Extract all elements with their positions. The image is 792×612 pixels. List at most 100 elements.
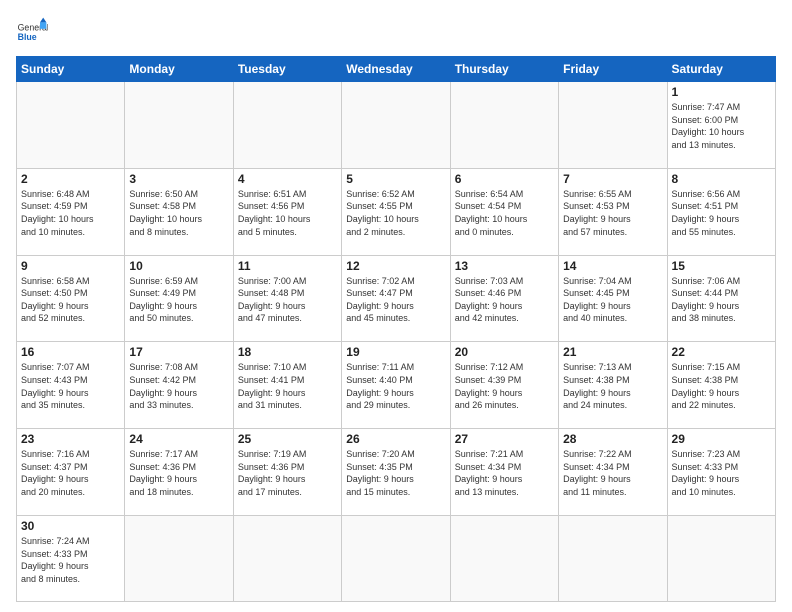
calendar-cell <box>342 82 450 169</box>
day-info: Sunrise: 6:50 AM Sunset: 4:58 PM Dayligh… <box>129 188 228 238</box>
day-number: 19 <box>346 345 445 359</box>
day-number: 18 <box>238 345 337 359</box>
calendar-week-row: 9 Sunrise: 6:58 AM Sunset: 4:50 PM Daylig… <box>17 255 776 342</box>
day-number: 3 <box>129 172 228 186</box>
calendar-cell: 11Sunrise: 7:00 AM Sunset: 4:48 PM Dayli… <box>233 255 341 342</box>
day-info: Sunrise: 7:12 AM Sunset: 4:39 PM Dayligh… <box>455 361 554 411</box>
calendar-cell: 17 Sunrise: 7:08 AM Sunset: 4:42 PM Dayli… <box>125 342 233 429</box>
calendar-cell: 30Sunrise: 7:24 AM Sunset: 4:33 PM Dayli… <box>17 515 125 601</box>
day-info: Sunrise: 7:22 AM Sunset: 4:34 PM Dayligh… <box>563 448 662 498</box>
day-number: 13 <box>455 259 554 273</box>
calendar-cell <box>125 515 233 601</box>
calendar-cell: 3 Sunrise: 6:50 AM Sunset: 4:58 PM Daylig… <box>125 168 233 255</box>
header: General Blue <box>16 16 776 48</box>
day-info: Sunrise: 6:52 AM Sunset: 4:55 PM Dayligh… <box>346 188 445 238</box>
weekday-header-thursday: Thursday <box>450 57 558 82</box>
day-number: 16 <box>21 345 120 359</box>
day-info: Sunrise: 7:17 AM Sunset: 4:36 PM Dayligh… <box>129 448 228 498</box>
calendar-cell <box>667 515 775 601</box>
day-info: Sunrise: 7:13 AM Sunset: 4:38 PM Dayligh… <box>563 361 662 411</box>
page: General Blue SundayMondayTuesdayWednesda… <box>0 0 792 612</box>
calendar-cell: 1 Sunrise: 7:47 AM Sunset: 6:00 PM Daylig… <box>667 82 775 169</box>
day-number: 25 <box>238 432 337 446</box>
calendar-table: SundayMondayTuesdayWednesdayThursdayFrid… <box>16 56 776 602</box>
calendar-cell: 29 Sunrise: 7:23 AM Sunset: 4:33 PM Dayli… <box>667 429 775 516</box>
calendar-cell: 14Sunrise: 7:04 AM Sunset: 4:45 PM Dayli… <box>559 255 667 342</box>
day-info: Sunrise: 6:51 AM Sunset: 4:56 PM Dayligh… <box>238 188 337 238</box>
calendar-cell <box>233 515 341 601</box>
day-number: 26 <box>346 432 445 446</box>
calendar-cell: 10Sunrise: 6:59 AM Sunset: 4:49 PM Dayli… <box>125 255 233 342</box>
calendar-week-row: 30Sunrise: 7:24 AM Sunset: 4:33 PM Dayli… <box>17 515 776 601</box>
day-info: Sunrise: 7:03 AM Sunset: 4:46 PM Dayligh… <box>455 275 554 325</box>
calendar-week-row: 23 Sunrise: 7:16 AM Sunset: 4:37 PM Dayli… <box>17 429 776 516</box>
day-number: 29 <box>672 432 771 446</box>
calendar-cell: 4Sunrise: 6:51 AM Sunset: 4:56 PM Daylig… <box>233 168 341 255</box>
day-info: Sunrise: 7:16 AM Sunset: 4:37 PM Dayligh… <box>21 448 120 498</box>
day-number: 27 <box>455 432 554 446</box>
day-number: 6 <box>455 172 554 186</box>
day-number: 23 <box>21 432 120 446</box>
calendar-cell: 12Sunrise: 7:02 AM Sunset: 4:47 PM Dayli… <box>342 255 450 342</box>
weekday-header-wednesday: Wednesday <box>342 57 450 82</box>
weekday-header-tuesday: Tuesday <box>233 57 341 82</box>
calendar-cell: 27 Sunrise: 7:21 AM Sunset: 4:34 PM Dayli… <box>450 429 558 516</box>
day-number: 5 <box>346 172 445 186</box>
calendar-cell: 16 Sunrise: 7:07 AM Sunset: 4:43 PM Dayli… <box>17 342 125 429</box>
day-info: Sunrise: 6:58 AM Sunset: 4:50 PM Dayligh… <box>21 275 120 325</box>
day-info: Sunrise: 7:47 AM Sunset: 6:00 PM Dayligh… <box>672 101 771 151</box>
calendar-week-row: 16 Sunrise: 7:07 AM Sunset: 4:43 PM Dayli… <box>17 342 776 429</box>
day-info: Sunrise: 7:00 AM Sunset: 4:48 PM Dayligh… <box>238 275 337 325</box>
day-number: 15 <box>672 259 771 273</box>
day-number: 28 <box>563 432 662 446</box>
day-number: 24 <box>129 432 228 446</box>
calendar-cell: 7Sunrise: 6:55 AM Sunset: 4:53 PM Daylig… <box>559 168 667 255</box>
calendar-cell <box>559 515 667 601</box>
weekday-header-saturday: Saturday <box>667 57 775 82</box>
day-info: Sunrise: 6:55 AM Sunset: 4:53 PM Dayligh… <box>563 188 662 238</box>
calendar-cell: 20Sunrise: 7:12 AM Sunset: 4:39 PM Dayli… <box>450 342 558 429</box>
day-info: Sunrise: 6:59 AM Sunset: 4:49 PM Dayligh… <box>129 275 228 325</box>
day-number: 21 <box>563 345 662 359</box>
calendar-cell: 23 Sunrise: 7:16 AM Sunset: 4:37 PM Dayli… <box>17 429 125 516</box>
day-number: 9 <box>21 259 120 273</box>
day-info: Sunrise: 7:21 AM Sunset: 4:34 PM Dayligh… <box>455 448 554 498</box>
generalblue-logo-icon: General Blue <box>16 16 48 48</box>
calendar-cell: 6 Sunrise: 6:54 AM Sunset: 4:54 PM Daylig… <box>450 168 558 255</box>
weekday-header-row: SundayMondayTuesdayWednesdayThursdayFrid… <box>17 57 776 82</box>
calendar-week-row: 2Sunrise: 6:48 AM Sunset: 4:59 PM Daylig… <box>17 168 776 255</box>
day-info: Sunrise: 7:20 AM Sunset: 4:35 PM Dayligh… <box>346 448 445 498</box>
calendar-cell: 24 Sunrise: 7:17 AM Sunset: 4:36 PM Dayli… <box>125 429 233 516</box>
day-info: Sunrise: 7:02 AM Sunset: 4:47 PM Dayligh… <box>346 275 445 325</box>
day-info: Sunrise: 6:54 AM Sunset: 4:54 PM Dayligh… <box>455 188 554 238</box>
day-info: Sunrise: 6:56 AM Sunset: 4:51 PM Dayligh… <box>672 188 771 238</box>
calendar-cell: 22 Sunrise: 7:15 AM Sunset: 4:38 PM Dayli… <box>667 342 775 429</box>
calendar-cell <box>450 515 558 601</box>
calendar-cell: 8Sunrise: 6:56 AM Sunset: 4:51 PM Daylig… <box>667 168 775 255</box>
day-number: 22 <box>672 345 771 359</box>
day-number: 17 <box>129 345 228 359</box>
day-info: Sunrise: 7:08 AM Sunset: 4:42 PM Dayligh… <box>129 361 228 411</box>
calendar-cell <box>559 82 667 169</box>
day-info: Sunrise: 6:48 AM Sunset: 4:59 PM Dayligh… <box>21 188 120 238</box>
day-info: Sunrise: 7:15 AM Sunset: 4:38 PM Dayligh… <box>672 361 771 411</box>
day-info: Sunrise: 7:04 AM Sunset: 4:45 PM Dayligh… <box>563 275 662 325</box>
weekday-header-sunday: Sunday <box>17 57 125 82</box>
calendar-cell: 28 Sunrise: 7:22 AM Sunset: 4:34 PM Dayli… <box>559 429 667 516</box>
calendar-cell: 26 Sunrise: 7:20 AM Sunset: 4:35 PM Dayli… <box>342 429 450 516</box>
calendar-cell <box>450 82 558 169</box>
calendar-cell: 19 Sunrise: 7:11 AM Sunset: 4:40 PM Dayli… <box>342 342 450 429</box>
weekday-header-friday: Friday <box>559 57 667 82</box>
calendar-cell <box>342 515 450 601</box>
day-info: Sunrise: 7:19 AM Sunset: 4:36 PM Dayligh… <box>238 448 337 498</box>
calendar-cell: 21 Sunrise: 7:13 AM Sunset: 4:38 PM Dayli… <box>559 342 667 429</box>
day-info: Sunrise: 7:11 AM Sunset: 4:40 PM Dayligh… <box>346 361 445 411</box>
day-info: Sunrise: 7:07 AM Sunset: 4:43 PM Dayligh… <box>21 361 120 411</box>
calendar-cell <box>233 82 341 169</box>
day-info: Sunrise: 7:10 AM Sunset: 4:41 PM Dayligh… <box>238 361 337 411</box>
calendar-cell: 15Sunrise: 7:06 AM Sunset: 4:44 PM Dayli… <box>667 255 775 342</box>
day-info: Sunrise: 7:23 AM Sunset: 4:33 PM Dayligh… <box>672 448 771 498</box>
calendar-cell <box>125 82 233 169</box>
calendar-cell: 5 Sunrise: 6:52 AM Sunset: 4:55 PM Daylig… <box>342 168 450 255</box>
day-number: 1 <box>672 85 771 99</box>
